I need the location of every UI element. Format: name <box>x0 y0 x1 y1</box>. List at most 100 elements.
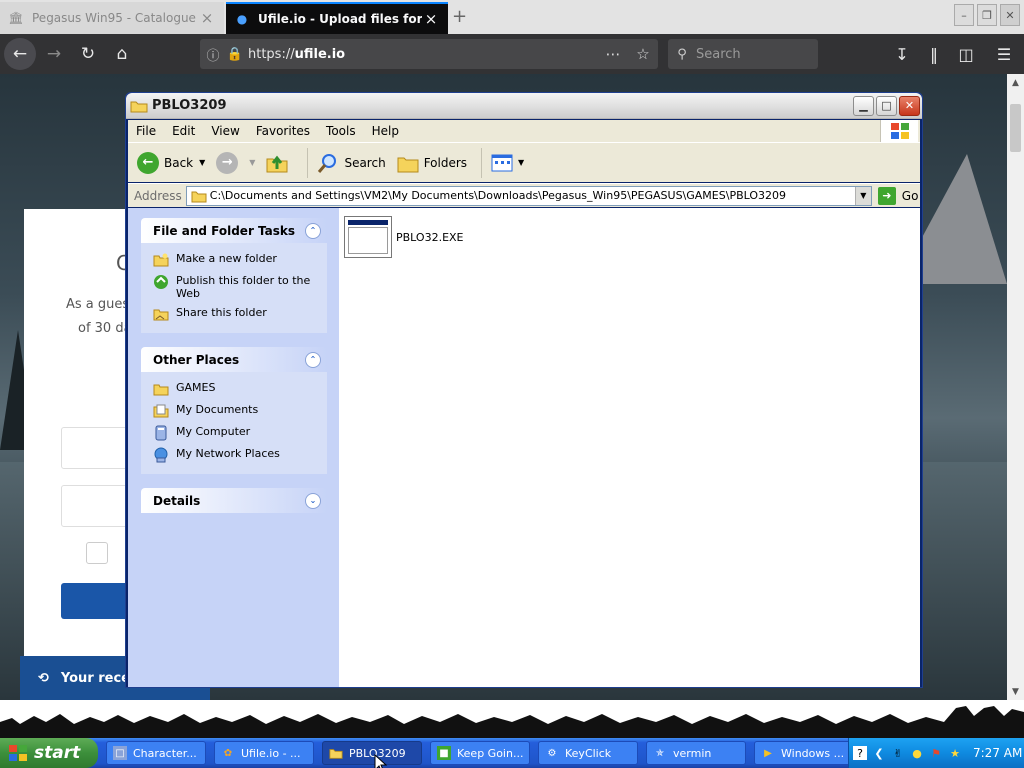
history-icon: ⟲ <box>38 670 49 686</box>
address-dropdown-icon[interactable]: ▼ <box>854 186 871 205</box>
folders-label: Folders <box>423 155 468 170</box>
task-keyclick[interactable]: ⚙ KeyClick <box>538 741 638 765</box>
library-icon[interactable]: ‖ <box>920 42 948 66</box>
task-keep-going[interactable]: ■ Keep Goin... <box>430 741 530 765</box>
tray-app-icon[interactable]: ⚑ <box>929 746 943 760</box>
reload-button[interactable]: ↻ <box>72 38 104 70</box>
tray-app-icon[interactable]: ✌ <box>891 746 905 760</box>
explorer-title-bar[interactable]: PBLO3209 ▁ □ ✕ <box>126 93 922 119</box>
folders-button[interactable]: Folders <box>396 151 467 175</box>
dropdown-arrow-icon[interactable]: ▼ <box>199 158 205 167</box>
menu-edit[interactable]: Edit <box>164 124 203 138</box>
task-label: vermin <box>673 746 712 760</box>
city-silhouette-graphic <box>0 706 1024 738</box>
url-domain: ufile.io <box>294 46 346 62</box>
task-make-new-folder[interactable]: Make a new folder <box>153 249 327 271</box>
tray-app-icon[interactable]: ★ <box>948 746 962 760</box>
sidebar-icon[interactable]: ◫ <box>952 42 980 66</box>
place-games[interactable]: GAMES <box>153 378 327 400</box>
url-text[interactable]: https://ufile.io <box>244 47 598 62</box>
details-panel: Details ⌄ <box>141 488 327 513</box>
forward-button[interactable]: → <box>38 38 70 70</box>
folder-icon <box>130 101 148 112</box>
start-button[interactable]: start <box>0 738 98 768</box>
task-publish-folder[interactable]: Publish this folder to the Web <box>153 271 327 303</box>
menu-favorites[interactable]: Favorites <box>248 124 318 138</box>
dropdown-arrow-icon[interactable]: ▼ <box>249 158 255 167</box>
task-label: Windows ... <box>781 746 845 760</box>
task-label: Ufile.io - ... <box>241 746 301 760</box>
go-button[interactable]: ➜ Go <box>877 186 918 205</box>
panel-header[interactable]: File and Folder Tasks ⌃ <box>141 218 327 243</box>
task-windows[interactable]: ▶ Windows ... <box>754 741 854 765</box>
scroll-thumb[interactable] <box>1010 104 1021 152</box>
character-map-icon: □ <box>113 746 127 760</box>
media-player-icon: ▶ <box>764 747 772 759</box>
card-checkbox[interactable] <box>86 542 108 564</box>
search-button[interactable]: Search <box>316 151 386 175</box>
close-button[interactable]: ✕ <box>899 95 920 116</box>
url-bar[interactable]: ⓘ 🔒 https://ufile.io ⋯ ☆ <box>200 39 658 69</box>
network-places-icon <box>154 447 168 463</box>
exe-file-icon <box>344 216 392 258</box>
file-item[interactable]: PBLO32.EXE <box>344 216 464 258</box>
task-vermin[interactable]: ✯ vermin <box>646 741 746 765</box>
collapse-chevron-icon[interactable]: ⌃ <box>305 222 321 239</box>
info-icon[interactable]: ⓘ <box>200 45 226 64</box>
new-tab-button[interactable]: + <box>452 6 467 27</box>
place-my-network-places[interactable]: My Network Places <box>153 444 327 466</box>
task-share-folder[interactable]: Share this folder <box>153 303 327 325</box>
task-pblo3209[interactable]: PBLO3209 <box>322 741 422 765</box>
browser-tab-bar: 🏛 Pegasus Win95 - Catalogue × ● Ufile.io… <box>0 0 1024 34</box>
tab-ufile[interactable]: ● Ufile.io - Upload files for free & sha… <box>226 2 448 34</box>
restore-button[interactable]: ❐ <box>977 4 997 26</box>
menu-help[interactable]: Help <box>364 124 407 138</box>
back-button[interactable]: ← Back ▼ <box>136 151 205 175</box>
place-my-computer[interactable]: My Computer <box>153 422 327 444</box>
scroll-down-arrow[interactable]: ▼ <box>1007 683 1024 700</box>
home-button[interactable]: ⌂ <box>106 38 138 70</box>
help-icon[interactable]: ? <box>853 746 867 760</box>
place-my-documents[interactable]: My Documents <box>153 400 327 422</box>
dropdown-arrow-icon[interactable]: ▼ <box>518 158 524 167</box>
task-ufile[interactable]: ✿ Ufile.io - ... <box>214 741 314 765</box>
maximize-button[interactable]: □ <box>876 95 897 116</box>
minimize-button[interactable]: – <box>954 4 974 26</box>
tray-app-icon[interactable]: ● <box>910 746 924 760</box>
address-input[interactable]: C:\Documents and Settings\VM2\My Documen… <box>185 185 872 206</box>
views-button[interactable]: ▼ <box>490 151 524 175</box>
tray-expand-icon[interactable]: ❮ <box>872 746 886 760</box>
search-input[interactable]: ⚲ Search <box>668 39 818 69</box>
bookmark-star-icon[interactable]: ☆ <box>628 45 658 63</box>
address-path: C:\Documents and Settings\VM2\My Documen… <box>209 189 787 202</box>
back-button[interactable]: ← <box>4 38 36 70</box>
tab-pegasus[interactable]: 🏛 Pegasus Win95 - Catalogue × <box>0 2 224 34</box>
panel-header[interactable]: Other Places ⌃ <box>141 347 327 372</box>
collapse-chevron-icon[interactable]: ⌃ <box>305 351 321 368</box>
download-icon[interactable]: ↧ <box>888 42 916 66</box>
menu-icon[interactable]: ☰ <box>990 42 1018 66</box>
minimize-button[interactable]: ▁ <box>853 95 874 116</box>
task-pane: File and Folder Tasks ⌃ Make a new folde… <box>128 208 339 687</box>
close-window-button[interactable]: ✕ <box>1000 4 1020 26</box>
close-tab-icon[interactable]: × <box>422 10 440 28</box>
address-bar: Address C:\Documents and Settings\VM2\My… <box>128 183 920 207</box>
up-folder-button[interactable] <box>265 151 293 175</box>
expand-chevron-icon[interactable]: ⌄ <box>305 492 321 509</box>
place-label: GAMES <box>176 381 216 394</box>
page-scrollbar[interactable]: ▲ ▼ <box>1007 74 1024 700</box>
mouse-cursor-icon <box>374 754 388 768</box>
menu-file[interactable]: File <box>128 124 164 138</box>
panel-body: GAMES My Documents My Computer My Networ… <box>141 372 327 474</box>
close-tab-icon[interactable]: × <box>198 9 216 27</box>
panel-header[interactable]: Details ⌄ <box>141 488 327 513</box>
search-placeholder: Search <box>696 46 741 62</box>
menu-view[interactable]: View <box>203 124 247 138</box>
scroll-up-arrow[interactable]: ▲ <box>1007 74 1024 91</box>
tab-title: Ufile.io - Upload files for free & share <box>258 12 422 26</box>
task-character[interactable]: □ Character... <box>106 741 206 765</box>
menu-tools[interactable]: Tools <box>318 124 364 138</box>
forward-button[interactable]: → ▼ <box>215 151 255 175</box>
file-list-pane: PBLO32.EXE <box>339 208 920 687</box>
page-actions-icon[interactable]: ⋯ <box>598 45 628 63</box>
